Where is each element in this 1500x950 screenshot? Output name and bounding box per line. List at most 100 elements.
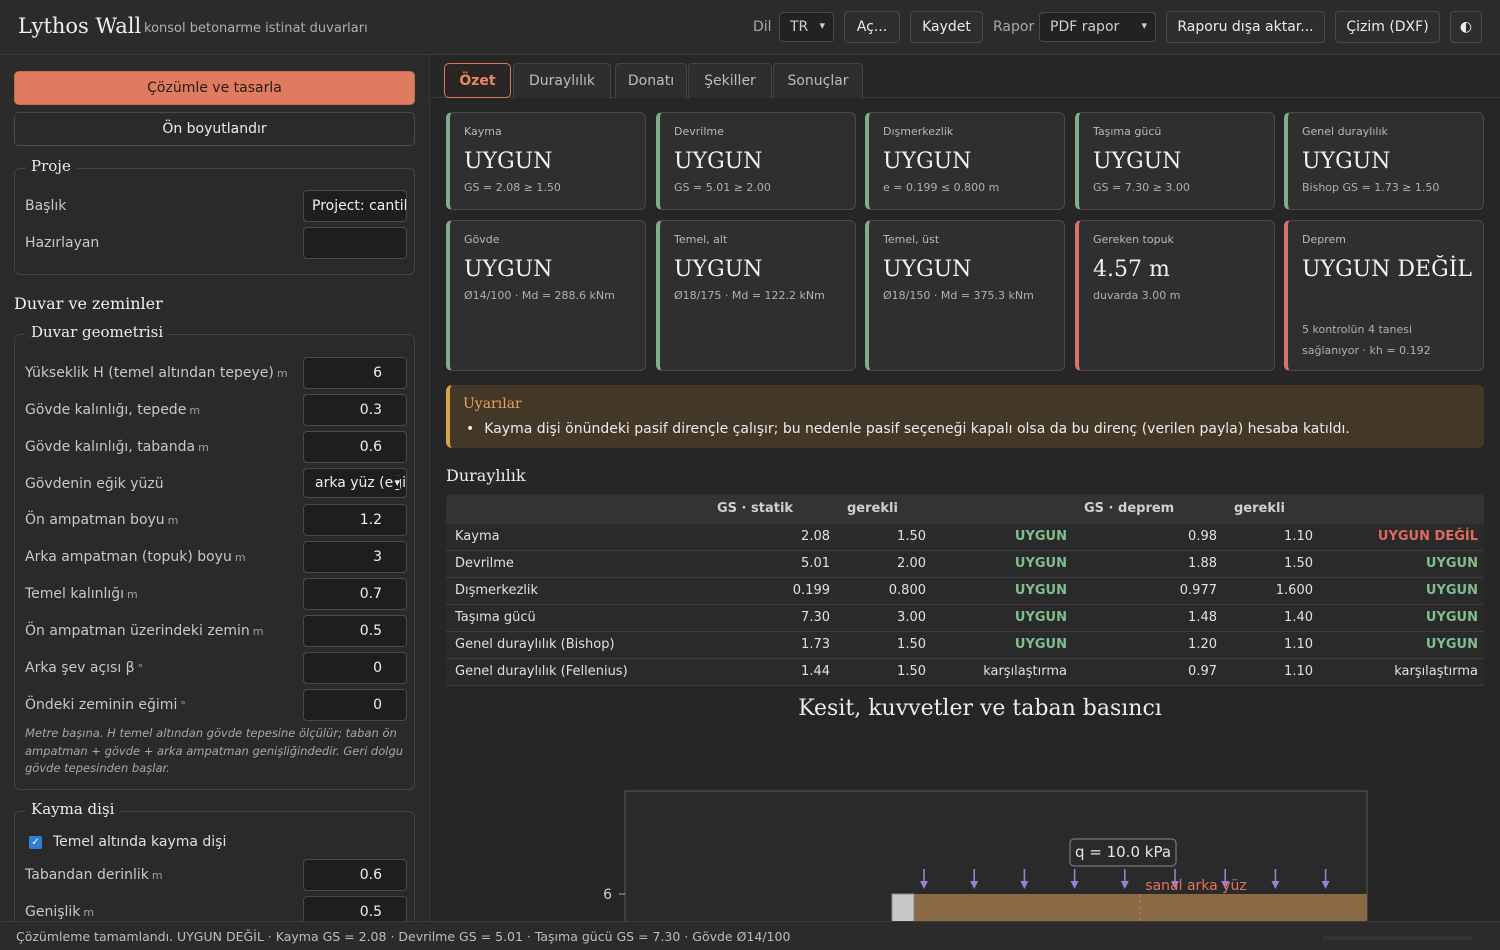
dxf-drawing-button[interactable]: Çizim (DXF): [1335, 11, 1440, 43]
save-button[interactable]: Kaydet: [910, 11, 983, 43]
card-subtext: 5 kontrolün 4 tanesi sağlanıyor · kh = 0…: [1302, 323, 1431, 357]
shear-key-label: Genişlik m: [25, 904, 94, 920]
tab-4[interactable]: Şekiller: [688, 63, 772, 98]
project-fieldset: Proje Başlık Project: cantilever Hazırla…: [14, 157, 415, 275]
table-header: GS · statik gerekli GS · deprem gerekli: [446, 494, 1484, 524]
table-row: Devrilme 5.01 2.00 UYGUN 1.88 1.50 UYGUN: [446, 551, 1484, 578]
solve-design-button[interactable]: Çözümle ve tasarla: [14, 71, 415, 105]
geometry-input[interactable]: 6: [303, 357, 407, 389]
table-cell: 1.88: [1188, 556, 1217, 571]
geometry-unit: m: [234, 551, 246, 564]
table-cell: Genel duraylılık (Bishop): [455, 637, 615, 652]
table-cell: UYGUN: [1425, 583, 1478, 598]
table-cell: karşılaştırma: [983, 664, 1067, 679]
shear-key-input[interactable]: 0.6: [303, 859, 407, 891]
geometry-row: Öndeki zeminin eğimi ° 0: [25, 689, 407, 721]
open-button[interactable]: Aç...: [844, 11, 900, 43]
result-card: Gereken topuk 4.57 m duvarda 3.00 m: [1075, 220, 1275, 371]
geometry-label: Yükseklik H (temel altından tepeye) m: [25, 365, 288, 381]
language-label: Dil: [753, 19, 772, 35]
geometry-unit: m: [252, 625, 264, 638]
table-cell: 1.40: [1284, 610, 1313, 625]
shear-key-fieldset: Kayma dişi ✓ Temel altında kayma dişi Ta…: [14, 800, 415, 921]
shear-key-row: Tabandan derinlik m 0.6: [25, 859, 407, 891]
app-title: Lythos Wall: [18, 14, 142, 38]
card-value: UYGUN: [464, 257, 553, 282]
card-title: Taşıma gücü: [1093, 125, 1162, 138]
tab-5[interactable]: Sonuçlar: [773, 63, 863, 98]
geometry-row: Gövde kalınlığı, tabanda m 0.6: [25, 431, 407, 463]
project-author-input[interactable]: [303, 227, 407, 259]
theme-toggle-icon[interactable]: ◐: [1450, 11, 1482, 43]
tab-3[interactable]: Donatı: [615, 63, 687, 98]
tab-2[interactable]: Duraylılık: [513, 63, 611, 98]
table-cell: 3.00: [897, 610, 926, 625]
geometry-label: Temel kalınlığı m: [25, 586, 138, 602]
result-tabs: Özet Duraylılık Donatı Şekiller Sonuçlar: [431, 55, 1500, 98]
project-title-label: Başlık: [25, 198, 67, 214]
chevron-down-icon: ▾: [394, 476, 400, 489]
wall-stem: [891, 893, 915, 921]
geometry-input[interactable]: 0.5: [303, 615, 407, 647]
geometry-label: Öndeki zeminin eğimi °: [25, 697, 186, 713]
predimension-button[interactable]: Ön boyutlandır: [14, 112, 415, 146]
geometry-input[interactable]: 0.6: [303, 431, 407, 463]
table-cell: 1.10: [1284, 529, 1313, 544]
tab-1[interactable]: Özet: [444, 63, 511, 98]
geometry-input[interactable]: 1.2: [303, 504, 407, 536]
table-cell: 1.10: [1284, 637, 1313, 652]
report-format-select[interactable]: PDF rapor ▾: [1039, 12, 1156, 42]
geometry-label-text: Temel kalınlığı: [25, 586, 125, 602]
geometry-input[interactable]: 0: [303, 689, 407, 721]
card-value: UYGUN: [464, 149, 553, 174]
table-cell: UYGUN DEĞİL: [1377, 529, 1478, 544]
geometry-input[interactable]: 0.3: [303, 394, 407, 426]
table-cell: 1.50: [897, 664, 926, 679]
geometry-row: Yükseklik H (temel altından tepeye) m 6: [25, 357, 407, 389]
report-format-value: PDF rapor: [1050, 19, 1120, 35]
table-cell: 1.50: [1284, 556, 1313, 571]
table-cell: UYGUN: [1014, 610, 1067, 625]
geometry-unit: m: [198, 441, 209, 454]
section-figure: 6 q = 10.0 kPa sanal arka yüz: [603, 790, 1368, 921]
card-value: UYGUN: [1093, 149, 1182, 174]
result-card: Devrilme UYGUN GS = 5.01 ≥ 2.00: [656, 112, 856, 210]
card-value: UYGUN: [674, 149, 763, 174]
geometry-input[interactable]: 0.7: [303, 578, 407, 610]
export-report-button[interactable]: Raporu dışa aktar...: [1166, 11, 1325, 43]
geometry-input[interactable]: 3: [303, 541, 407, 573]
warning-text: Kayma dişi önündeki pasif dirençle çalış…: [484, 421, 1350, 437]
geometry-label: Arka ampatman (topuk) boyu m: [25, 549, 246, 565]
table-cell: karşılaştırma: [1394, 664, 1478, 679]
walls-soils-heading: Duvar ve zeminler: [14, 294, 163, 313]
geometry-row: Ön ampatman üzerindeki zemin m 0.5: [25, 615, 407, 647]
card-value: UYGUN: [883, 149, 972, 174]
language-select[interactable]: TR ▾: [779, 12, 834, 42]
card-subtext: GS = 2.08 ≥ 1.50: [464, 181, 561, 194]
shear-key-checkbox-label: Temel altında kayma dişi: [53, 834, 227, 850]
card-value: 4.57 m: [1093, 257, 1170, 282]
geometry-row: Gövdenin eğik yüzü arka yüz (eğik)▾: [25, 468, 407, 500]
geometry-input[interactable]: 0: [303, 652, 407, 684]
project-title-input[interactable]: Project: cantilever: [303, 190, 407, 222]
table-cell: Kayma: [455, 529, 500, 544]
project-title-row: Başlık Project: cantilever: [25, 190, 407, 222]
geometry-label-text: Gövdenin eğik yüzü: [25, 476, 164, 492]
shear-key-input[interactable]: 0.5: [303, 896, 407, 921]
y-tick-label: 6: [603, 887, 612, 903]
geometry-row: Arka şev açısı β ° 0: [25, 652, 407, 684]
slope-face-select[interactable]: arka yüz (eğik)▾: [303, 468, 407, 498]
figure-title: Kesit, kuvvetler ve taban basıncı: [798, 696, 1162, 721]
card-subtext: Bishop GS = 1.73 ≥ 1.50: [1302, 181, 1440, 194]
table-cell: 1.48: [1188, 610, 1217, 625]
card-value: UYGUN: [1302, 149, 1391, 174]
card-subtext: GS = 7.30 ≥ 3.00: [1093, 181, 1190, 194]
progress-bar: [1322, 936, 1472, 940]
geometry-unit: °: [137, 662, 144, 675]
column-header: gerekli: [1234, 501, 1285, 516]
geometry-label-text: Gövde kalınlığı, tepede: [25, 402, 187, 418]
card-title: Genel duraylılık: [1302, 125, 1388, 138]
table-cell: 2.08: [801, 529, 830, 544]
shear-key-checkbox[interactable]: ✓: [29, 836, 42, 849]
card-value: UYGUN: [674, 257, 763, 282]
